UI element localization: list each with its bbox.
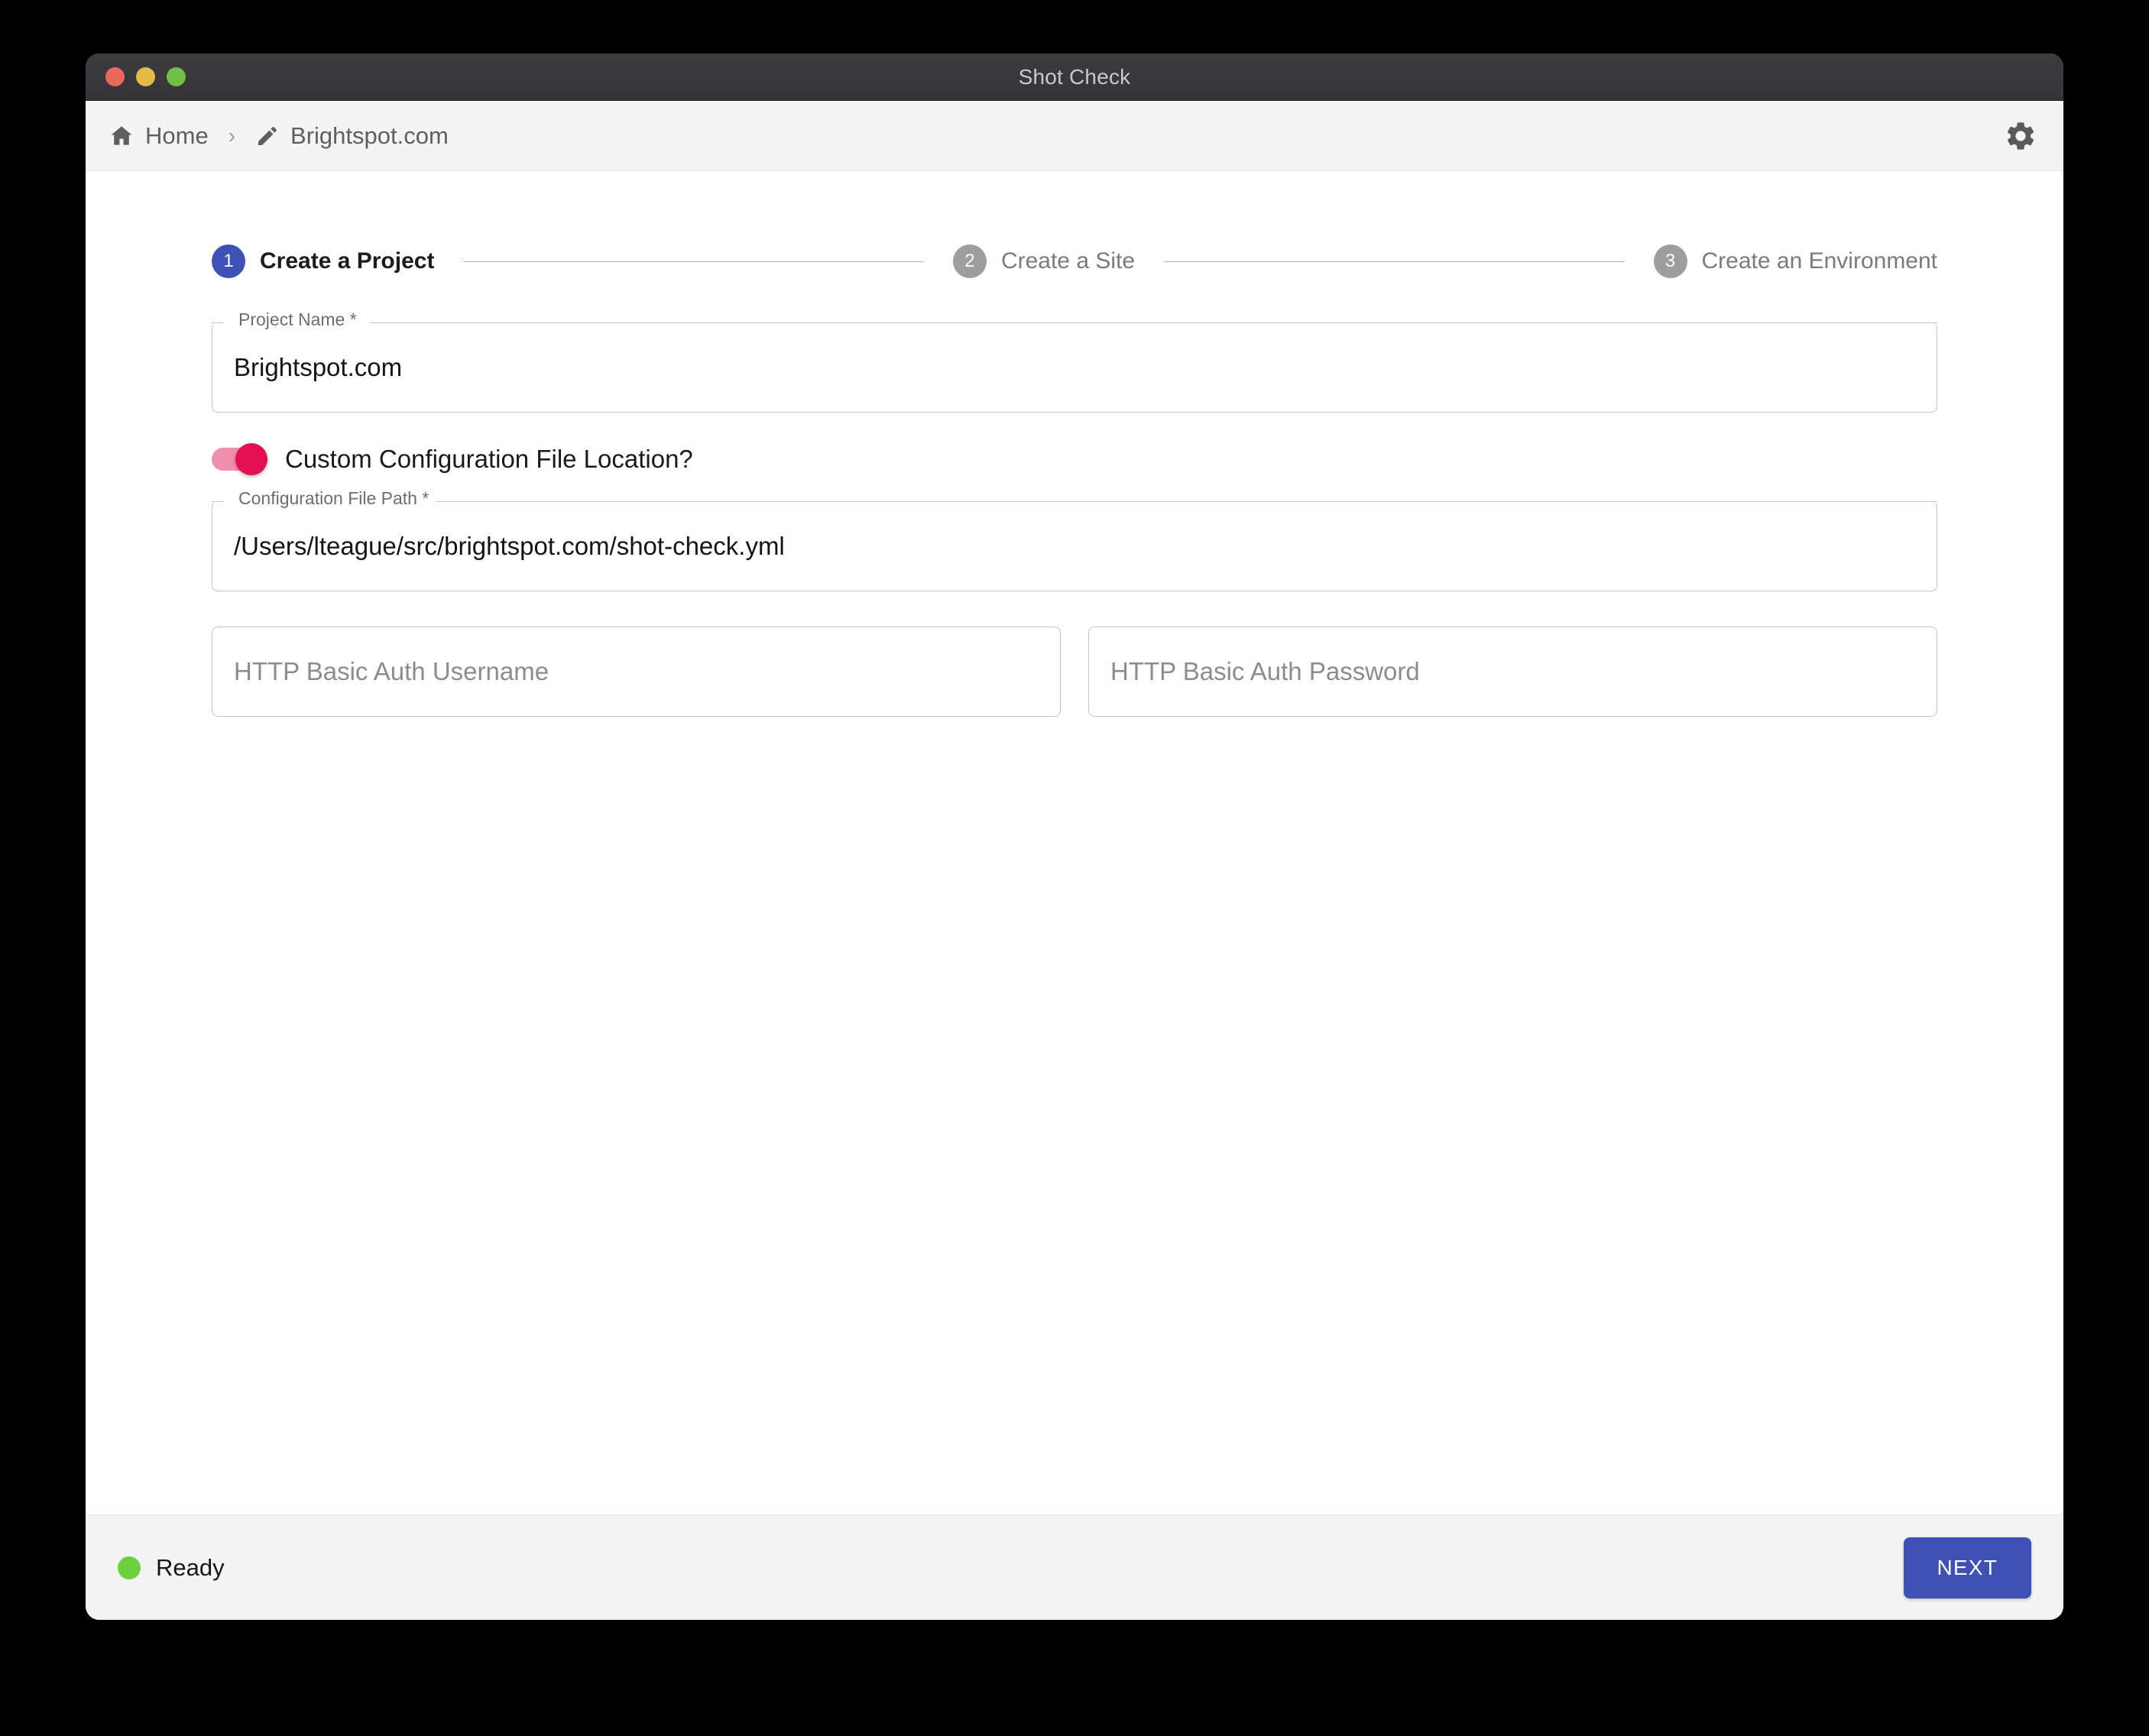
project-name-input[interactable]: Brightspot.com: [212, 322, 1937, 413]
custom-config-toggle-row[interactable]: Custom Configuration File Location?: [212, 443, 1937, 475]
breadcrumb-item-project[interactable]: Brightspot.com: [255, 122, 449, 150]
step-3-label: Create an Environment: [1701, 248, 1938, 274]
step-1-label: Create a Project: [260, 248, 435, 274]
custom-config-toggle-label: Custom Configuration File Location?: [285, 445, 693, 473]
step-3-number: 3: [1653, 245, 1687, 278]
auth-password-field[interactable]: HTTP Basic Auth Password: [1088, 627, 1937, 717]
breadcrumb-label-home: Home: [145, 121, 209, 149]
auth-username-input[interactable]: HTTP Basic Auth Username: [212, 627, 1061, 717]
project-name-field[interactable]: Project Name * Brightspot.com: [212, 309, 1937, 413]
traffic-lights: [86, 67, 186, 86]
app-header: Home › Brightspot.com: [86, 101, 2063, 171]
wizard-stepper: 1 Create a Project 2 Create a Site 3 Cre…: [212, 245, 1937, 278]
project-name-value: Brightspot.com: [234, 353, 403, 381]
config-file-path-label: Configuration File Path *: [232, 488, 436, 509]
http-auth-row: HTTP Basic Auth Username HTTP Basic Auth…: [212, 627, 1937, 717]
close-window-button[interactable]: [105, 67, 125, 86]
status-indicator: Ready: [118, 1554, 225, 1582]
maximize-window-button[interactable]: [167, 67, 186, 86]
config-file-path-field[interactable]: Configuration File Path * /Users/lteague…: [212, 488, 1937, 591]
step-connector-1: [463, 261, 924, 262]
home-icon: [109, 123, 135, 149]
step-2-label: Create a Site: [1000, 248, 1136, 274]
auth-password-input[interactable]: HTTP Basic Auth Password: [1088, 627, 1937, 717]
pencil-icon: [255, 124, 280, 148]
auth-username-field[interactable]: HTTP Basic Auth Username: [212, 627, 1061, 717]
window-title: Shot Check: [1018, 64, 1131, 89]
status-dot-icon: [118, 1556, 141, 1579]
auth-password-placeholder: HTTP Basic Auth Password: [1110, 657, 1420, 685]
step-2-number: 2: [952, 245, 987, 278]
custom-config-toggle[interactable]: [212, 443, 267, 475]
breadcrumb-item-home[interactable]: Home: [109, 122, 209, 150]
project-name-label: Project Name *: [232, 309, 364, 330]
app-window: Shot Check Home › Brightspot.com 1 Creat…: [86, 53, 2063, 1620]
app-footer: Ready NEXT: [86, 1514, 2063, 1620]
breadcrumb-separator: ›: [228, 123, 236, 147]
minimize-window-button[interactable]: [136, 67, 155, 86]
status-label: Ready: [156, 1553, 225, 1581]
window-titlebar: Shot Check: [86, 53, 2063, 101]
config-file-path-input[interactable]: /Users/lteague/src/brightspot.com/shot-c…: [212, 501, 1937, 591]
auth-username-placeholder: HTTP Basic Auth Username: [234, 657, 549, 685]
step-create-a-project[interactable]: 1 Create a Project: [212, 245, 434, 278]
gear-icon[interactable]: [2004, 119, 2037, 153]
toggle-thumb: [235, 443, 267, 475]
step-create-a-site[interactable]: 2 Create a Site: [952, 245, 1136, 278]
next-button[interactable]: NEXT: [1903, 1537, 2031, 1598]
step-1-number: 1: [212, 245, 245, 278]
step-connector-2: [1164, 261, 1625, 262]
main-content: 1 Create a Project 2 Create a Site 3 Cre…: [86, 171, 2063, 1514]
breadcrumb-label-project: Brightspot.com: [290, 121, 449, 149]
step-create-an-environment[interactable]: 3 Create an Environment: [1653, 245, 1938, 278]
breadcrumb: Home › Brightspot.com: [109, 122, 2004, 150]
config-file-path-value: /Users/lteague/src/brightspot.com/shot-c…: [234, 532, 785, 560]
